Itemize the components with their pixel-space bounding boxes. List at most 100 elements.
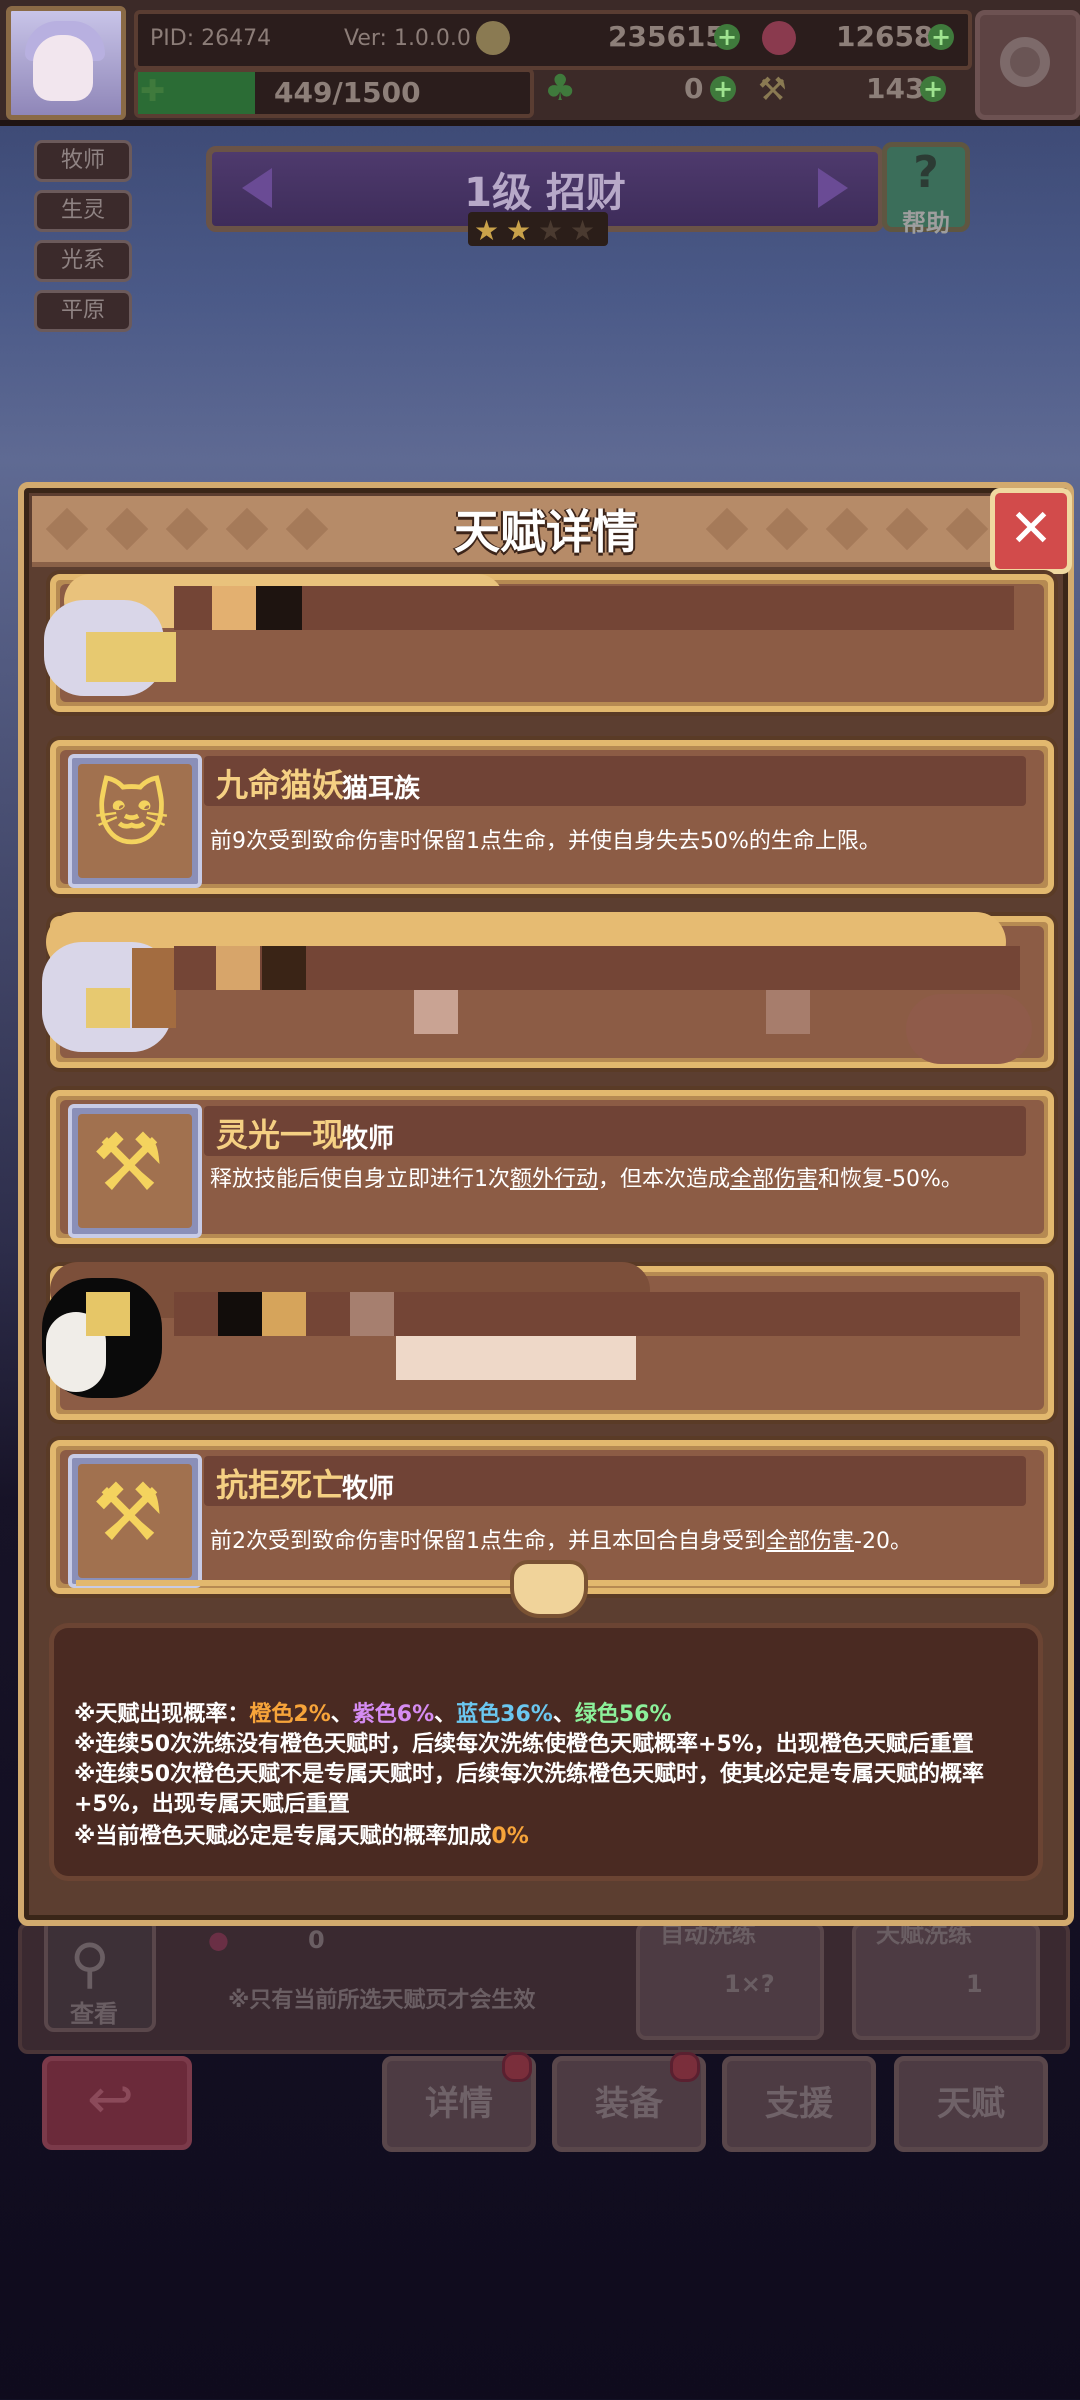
- hammer-icon: ⚒: [92, 1466, 164, 1559]
- blue-rate: 蓝色36%: [456, 1702, 553, 1727]
- redaction-tile: [86, 1292, 130, 1336]
- pid-text: PID: 26474: [150, 26, 272, 51]
- tag-race: 生灵: [34, 190, 132, 232]
- redaction-bar: [396, 1336, 636, 1380]
- talent-card-redacted[interactable]: [44, 574, 1054, 712]
- redaction-tile: [132, 948, 176, 1028]
- hammer-amount: 143: [866, 72, 925, 105]
- top-bar: PID: 26474 Ver: 1.0.0.0 235615 + 12658 +…: [0, 0, 1080, 126]
- help-label: 帮助: [902, 209, 950, 237]
- talent-description: 前2次受到致命伤害时保留1点生命，并且本回合自身受到全部伤害-20。: [210, 1526, 1020, 1558]
- modal-title: 天赋详情: [454, 505, 638, 559]
- talent-icon-frame: 🐱: [68, 754, 202, 888]
- tag-class: 牧师: [34, 140, 132, 182]
- talent-card[interactable]: 🐱 九命猫妖 猫耳族 前9次受到致命伤害时保留1点生命，并使自身失去50%的生命…: [50, 740, 1054, 894]
- info-line-exclusive-2: +5%，出现专属天赋后重置: [74, 1792, 350, 1817]
- gold-amount: 235615: [608, 20, 725, 53]
- talent-name-bar: 抗拒死亡 牧师: [204, 1456, 1026, 1506]
- redaction-tile: [350, 1292, 394, 1336]
- bonus-value: 0%: [491, 1824, 529, 1849]
- info-line-bonus: ※当前橙色天赋必定是专属天赋的概率加成0%: [74, 1822, 1024, 1852]
- star-icon-3: ★: [538, 214, 564, 247]
- hammer-plus-icon[interactable]: +: [920, 76, 946, 102]
- gem-plus-icon[interactable]: +: [928, 24, 954, 50]
- talent-icon-frame: ⚒: [68, 1454, 202, 1588]
- desc-text: 和恢复-50%。: [818, 1167, 963, 1192]
- talent-description: 释放技能后使自身立即进行1次额外行动，但本次造成全部伤害和恢复-50%。: [210, 1164, 1020, 1196]
- redaction-tile: [86, 632, 176, 682]
- talent-type: 猫耳族: [342, 774, 421, 804]
- talent-description: 前9次受到致命伤害时保留1点生命，并使自身失去50%的生命上限。: [210, 829, 881, 854]
- keyword-link[interactable]: 全部伤害: [730, 1167, 818, 1192]
- info-sep: 、: [552, 1702, 575, 1727]
- cat-face-icon: 🐱: [94, 772, 170, 856]
- clover-amount: 0: [684, 72, 704, 105]
- lower-panel: ● 0 ※只有当前所选天赋页才会生效 自动洗练 1×? 天赋洗练 1: [18, 1920, 1070, 2054]
- star-icon-2: ★: [506, 214, 532, 247]
- help-button[interactable]: ? 帮助: [882, 142, 970, 237]
- talent-name: 九命猫妖: [216, 766, 345, 804]
- emblem-decor-icon: [510, 1560, 588, 1618]
- info-text: ※天赋出现概率：: [74, 1702, 250, 1727]
- back-arrow-icon: ↩: [87, 2067, 134, 2132]
- redaction-tile: [212, 586, 256, 630]
- star-icon-4: ★: [570, 214, 596, 247]
- tag-terrain: 平原: [34, 290, 132, 332]
- gem-icon: [762, 21, 796, 55]
- redaction-tile: [216, 946, 260, 990]
- equipment-notification-dot: [670, 2052, 700, 2082]
- tab-support[interactable]: 支援: [722, 2056, 876, 2152]
- star-rating: ★ ★ ★ ★: [468, 212, 608, 247]
- gear-icon: [1000, 37, 1050, 87]
- clover-icon: ♣: [544, 68, 577, 109]
- redaction-tile: [262, 946, 306, 990]
- stamina-icon: ✚: [140, 74, 166, 109]
- talent-card-redacted[interactable]: [42, 1262, 1054, 1420]
- green-rate: 绿色56%: [574, 1702, 672, 1727]
- details-notification-dot: [502, 2052, 532, 2082]
- search-label: 查看: [70, 2000, 118, 2028]
- info-sep: 、: [330, 1702, 353, 1727]
- orange-rate: 橙色2%: [249, 1702, 331, 1727]
- keyword-link[interactable]: 全部伤害: [766, 1529, 854, 1554]
- back-button[interactable]: ↩: [42, 2056, 192, 2150]
- keyword-link[interactable]: 额外行动: [510, 1167, 598, 1192]
- player-info-box: PID: 26474 Ver: 1.0.0.0 235615 + 12658 +: [134, 10, 972, 70]
- desc-text: 释放技能后使自身立即进行1次: [210, 1167, 510, 1192]
- talent-type: 牧师: [342, 1124, 395, 1154]
- tag-element: 光系: [34, 240, 132, 282]
- potion-icon: ●: [208, 1926, 229, 1954]
- info-line-pity: ※连续50次洗练没有橙色天赋时，后续每次洗练使橙色天赋概率+5%，出现橙色天赋后…: [74, 1732, 974, 1757]
- gold-plus-icon[interactable]: +: [714, 24, 740, 50]
- unit-title: 1级 招财: [464, 170, 626, 216]
- question-mark-icon: ?: [913, 147, 939, 198]
- close-button[interactable]: ✕: [990, 488, 1072, 574]
- stamina-text: 449/1500: [274, 76, 421, 109]
- star-icon-1: ★: [474, 214, 500, 247]
- stamina-bar: ✚ 449/1500: [134, 68, 534, 118]
- settings-button[interactable]: [975, 10, 1080, 120]
- version-text: Ver: 1.0.0.0: [344, 26, 471, 51]
- search-button[interactable]: ⚲ 查看: [44, 1918, 156, 2032]
- close-icon: ✕: [1009, 499, 1053, 559]
- talent-wash-button[interactable]: 天赋洗练 1: [852, 1920, 1040, 2040]
- redaction-tile: [766, 990, 810, 1034]
- talent-name: 灵光一现: [216, 1116, 345, 1154]
- talent-name: 抗拒死亡: [216, 1466, 345, 1504]
- info-sep: 、: [434, 1702, 457, 1727]
- clover-plus-icon[interactable]: +: [710, 76, 736, 102]
- hammer-currency-icon: ⚒: [758, 70, 787, 108]
- talent-type: 牧师: [342, 1474, 395, 1504]
- magnifier-icon: ⚲: [70, 1932, 110, 1995]
- hammer-icon: ⚒: [92, 1116, 164, 1209]
- player-avatar[interactable]: [6, 6, 126, 120]
- info-line-rates: ※天赋出现概率：橙色2%、紫色6%、蓝色36%、绿色56%: [74, 1700, 1024, 1730]
- potion-count: 0: [308, 1926, 325, 1954]
- tab-talent[interactable]: 天赋: [894, 2056, 1048, 2152]
- talent-card[interactable]: ⚒ 灵光一现 牧师 释放技能后使自身立即进行1次额外行动，但本次造成全部伤害和恢…: [50, 1090, 1054, 1244]
- gem-amount: 12658: [836, 20, 934, 53]
- auto-wash-button[interactable]: 自动洗练 1×?: [636, 1920, 824, 2040]
- talent-card-redacted[interactable]: [42, 912, 1054, 1068]
- talent-wash-value: 1: [966, 1970, 983, 1998]
- auto-wash-value: 1×?: [724, 1970, 775, 1998]
